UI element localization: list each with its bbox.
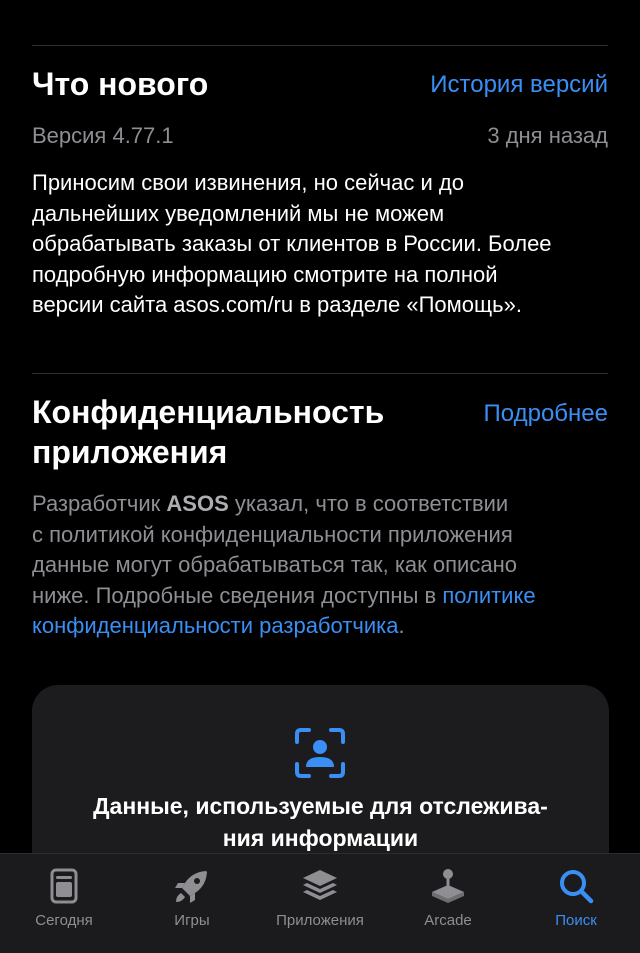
- tab-bar: Сегодня Игры Приложения Arcade Поиск: [0, 853, 640, 953]
- developer-privacy-policy-link[interactable]: конфиденциальности разработчика: [32, 613, 398, 638]
- person-viewfinder-icon: [295, 728, 345, 778]
- tab-arcade[interactable]: Arcade: [384, 854, 512, 953]
- release-notes-line: Приносим свои извинения, но сейчас и до: [32, 170, 464, 195]
- joystick-icon: [432, 869, 464, 903]
- tab-today[interactable]: Сегодня: [0, 854, 128, 953]
- privacy-description: Разработчик ASOS указал, что в соответст…: [32, 489, 612, 642]
- privacy-desc-text: .: [398, 613, 405, 638]
- top-divider: [32, 45, 608, 46]
- version-history-link[interactable]: История версий: [430, 69, 608, 101]
- layers-icon: [303, 870, 337, 900]
- tab-label: Игры: [174, 912, 210, 929]
- today-icon: [50, 868, 78, 904]
- privacy-desc-text: ниже. Подробные сведения доступны в: [32, 582, 443, 608]
- release-notes-line: версии сайта asos.com/ru в разделе «Помо…: [32, 292, 522, 317]
- privacy-desc-text: указал, что в соответствии: [228, 491, 509, 516]
- rocket-icon: [175, 871, 207, 903]
- tab-label: Arcade: [424, 912, 472, 929]
- privacy-title-line: приложения: [32, 434, 228, 470]
- developer-name: ASOS: [166, 491, 229, 516]
- section-divider: [32, 373, 608, 374]
- privacy-title-line: Конфиденциальность: [32, 394, 385, 430]
- privacy-more-link[interactable]: Подробнее: [484, 398, 608, 430]
- release-notes: Приносим свои извинения, но сейчас и до …: [32, 168, 612, 321]
- release-notes-line: обрабатывать заказы от клиентов в России…: [32, 231, 552, 256]
- whats-new-title: Что нового: [32, 66, 209, 102]
- tab-label: Сегодня: [35, 912, 93, 929]
- developer-privacy-policy-link[interactable]: политике: [442, 583, 535, 608]
- privacy-desc-text: с политикой конфиденциальности приложени…: [32, 521, 513, 547]
- search-icon: [560, 870, 594, 904]
- tracking-card-title-line: Данные, используемые для отслежива-: [93, 793, 548, 819]
- release-date: 3 дня назад: [487, 123, 608, 148]
- privacy-desc-text: данные могут обрабатываться так, как опи…: [32, 552, 517, 577]
- privacy-title: Конфиденциальность приложения: [32, 392, 384, 472]
- tracking-card-title: Данные, используемые для отслежива- ния …: [32, 790, 609, 854]
- tab-label: Приложения: [276, 912, 364, 929]
- tab-apps[interactable]: Приложения: [256, 854, 384, 953]
- tab-search[interactable]: Поиск: [512, 854, 640, 953]
- tracking-card-title-line: ния информации: [222, 825, 419, 851]
- version-label: Версия 4.77.1: [32, 123, 174, 148]
- tab-label: Поиск: [555, 912, 597, 929]
- tab-games[interactable]: Игры: [128, 854, 256, 953]
- release-notes-line: подробную информацию смотрите на полной: [32, 261, 498, 287]
- release-notes-line: дальнейших уведомлений мы не можем: [32, 200, 445, 226]
- privacy-desc-text: Разработчик: [32, 491, 167, 516]
